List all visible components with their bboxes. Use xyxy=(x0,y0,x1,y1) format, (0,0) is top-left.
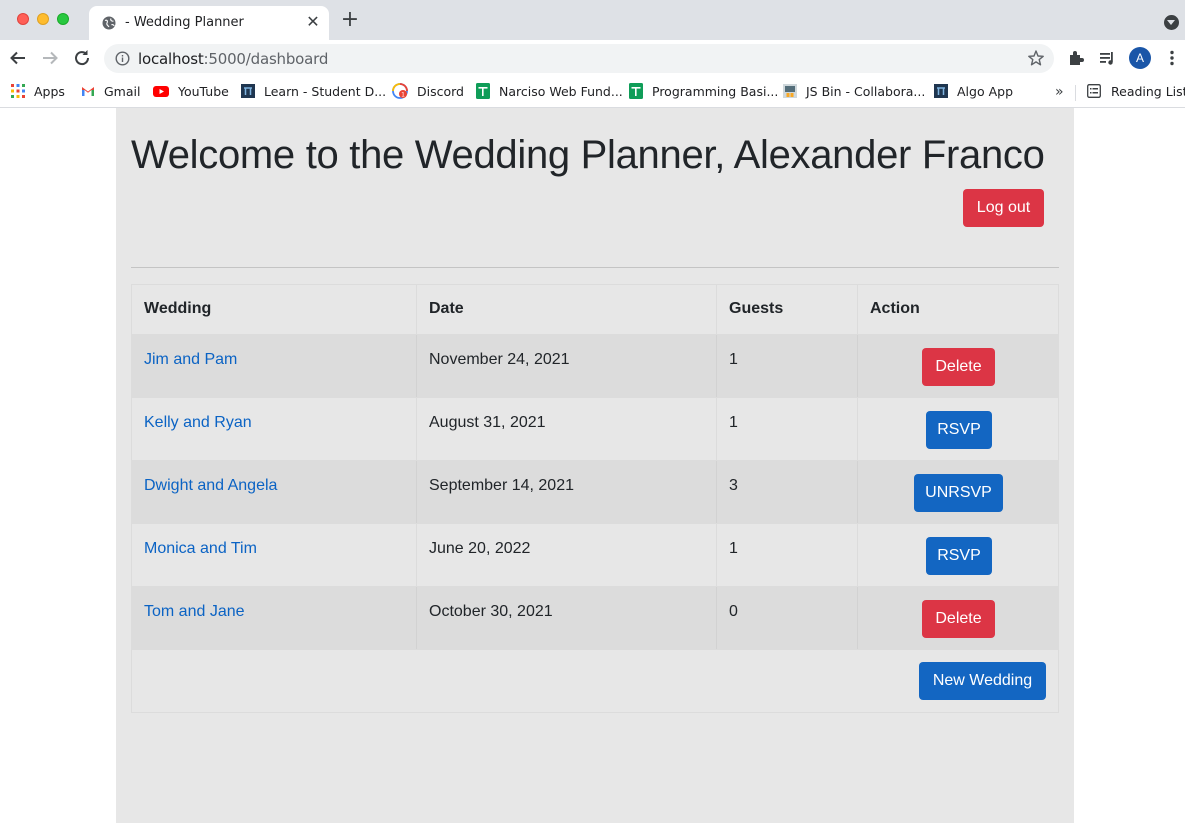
minimize-window-button[interactable] xyxy=(37,13,49,25)
new-tab-button[interactable]: + xyxy=(340,9,360,31)
dashboard-container: Welcome to the Wedding Planner, Alexande… xyxy=(116,108,1074,823)
back-arrow-icon[interactable] xyxy=(6,46,30,70)
delete-button[interactable]: Delete xyxy=(922,600,995,638)
wedding-date: June 20, 2022 xyxy=(417,524,717,586)
header-action: Action xyxy=(870,300,920,317)
guest-count: 1 xyxy=(717,524,858,586)
gmail-icon xyxy=(82,87,94,96)
header-wedding: Wedding xyxy=(132,285,417,334)
tab-search-icon[interactable] xyxy=(1164,15,1179,30)
weddings-table: Wedding Date Guests Action Jim and Pam N… xyxy=(131,284,1059,713)
guest-count: 1 xyxy=(717,335,858,397)
bookmark-programming-basics[interactable]: Programming Basi... xyxy=(629,82,778,102)
bookmark-gmail[interactable]: Gmail xyxy=(81,82,140,102)
table-header-row: Wedding Date Guests Action xyxy=(132,285,1058,334)
logout-button[interactable]: Log out xyxy=(963,189,1044,227)
wedding-date: November 24, 2021 xyxy=(417,335,717,397)
close-tab-icon[interactable]: ✕ xyxy=(305,13,321,31)
table-row: Jim and Pam November 24, 2021 1 Delete xyxy=(132,334,1058,397)
wedding-date: October 30, 2021 xyxy=(417,587,717,649)
wedding-link[interactable]: Kelly and Ryan xyxy=(144,414,252,431)
rsvp-button[interactable]: RSVP xyxy=(926,537,992,575)
guest-count: 3 xyxy=(717,461,858,523)
url-text: localhost:5000/dashboard xyxy=(138,50,329,68)
info-icon[interactable] xyxy=(115,51,130,66)
header-date: Date xyxy=(417,285,717,334)
media-queue-icon[interactable] xyxy=(1098,49,1116,67)
page-title: Welcome to the Wedding Planner, Alexande… xyxy=(131,133,1045,177)
bookmark-learn[interactable]: Learn - Student D... xyxy=(241,82,386,102)
svg-text:1: 1 xyxy=(401,91,405,98)
youtube-icon xyxy=(153,86,169,97)
tab-strip: - Wedding Planner ✕ + xyxy=(0,0,1185,40)
table-row: Kelly and Ryan August 31, 2021 1 RSVP xyxy=(132,397,1058,460)
address-bar[interactable]: localhost:5000/dashboard xyxy=(104,44,1054,73)
bookmark-youtube[interactable]: YouTube xyxy=(153,82,229,102)
guest-count: 0 xyxy=(717,587,858,649)
learn-icon xyxy=(241,84,255,98)
sheets-icon xyxy=(629,83,643,99)
sheets-icon xyxy=(476,83,490,99)
delete-button[interactable]: Delete xyxy=(922,348,995,386)
header-guests: Guests xyxy=(717,285,858,334)
table-footer-row: New Wedding xyxy=(132,649,1058,712)
bookmarks-bar: Apps Gmail YouTube Learn - Student D... … xyxy=(0,77,1185,108)
bookmark-apps[interactable]: Apps xyxy=(11,82,65,102)
more-bookmarks-chevron-icon[interactable]: » xyxy=(1055,82,1064,102)
reading-list-icon xyxy=(1087,84,1101,98)
divider xyxy=(131,267,1059,268)
wedding-date: August 31, 2021 xyxy=(417,398,717,460)
table-row: Dwight and Angela September 14, 2021 3 U… xyxy=(132,460,1058,523)
bookmarks-divider xyxy=(1075,85,1076,101)
wedding-link[interactable]: Jim and Pam xyxy=(144,351,237,368)
discord-icon: 1 xyxy=(392,83,408,99)
maximize-window-button[interactable] xyxy=(57,13,69,25)
bookmark-star-icon[interactable] xyxy=(1027,49,1045,67)
wedding-link[interactable]: Dwight and Angela xyxy=(144,477,277,494)
tab-title: - Wedding Planner xyxy=(125,15,244,30)
page-viewport: Welcome to the Wedding Planner, Alexande… xyxy=(0,108,1185,823)
wedding-link[interactable]: Tom and Jane xyxy=(144,603,245,620)
more-menu-icon[interactable] xyxy=(1170,50,1174,66)
jsbin-icon xyxy=(783,84,797,98)
guest-count: 1 xyxy=(717,398,858,460)
reload-icon[interactable] xyxy=(70,46,94,70)
close-window-button[interactable] xyxy=(17,13,29,25)
forward-arrow-icon[interactable] xyxy=(38,46,62,70)
browser-toolbar: localhost:5000/dashboard A xyxy=(0,40,1185,77)
wedding-link[interactable]: Monica and Tim xyxy=(144,540,257,557)
bookmark-narciso-web[interactable]: Narciso Web Fund... xyxy=(476,82,623,102)
apps-grid-icon xyxy=(11,84,25,98)
new-wedding-button[interactable]: New Wedding xyxy=(919,662,1046,700)
browser-tab-active[interactable]: - Wedding Planner ✕ xyxy=(89,6,329,40)
table-row: Monica and Tim June 20, 2022 1 RSVP xyxy=(132,523,1058,586)
extensions-puzzle-icon[interactable] xyxy=(1067,49,1085,67)
profile-avatar[interactable]: A xyxy=(1129,47,1151,69)
rsvp-button[interactable]: RSVP xyxy=(926,411,992,449)
wedding-date: September 14, 2021 xyxy=(417,461,717,523)
table-row: Tom and Jane October 30, 2021 0 Delete xyxy=(132,586,1058,649)
bookmark-discord[interactable]: 1 Discord xyxy=(392,82,464,102)
algo-icon xyxy=(934,84,948,98)
bookmark-algo-app[interactable]: Algo App xyxy=(934,82,1013,102)
unrsvp-button[interactable]: UNRSVP xyxy=(914,474,1003,512)
globe-icon xyxy=(102,16,116,30)
bookmark-js-bin[interactable]: JS Bin - Collabora... xyxy=(783,82,925,102)
reading-list-button[interactable]: Reading List xyxy=(1087,82,1185,102)
